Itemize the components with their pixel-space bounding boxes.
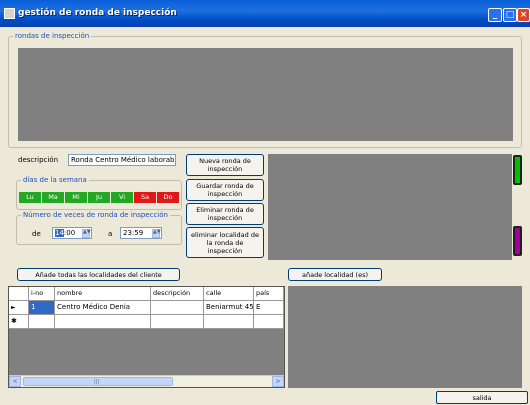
close-icon: × <box>519 10 528 20</box>
day-toggle-vi[interactable]: Vi <box>111 192 133 203</box>
exit-button[interactable]: salida <box>436 391 528 404</box>
to-time-spinner[interactable]: 23:59 ▲▼ <box>120 227 162 239</box>
maximize-button[interactable]: □ <box>503 8 517 22</box>
description-label: descripción <box>18 156 59 164</box>
to-spin-arrows-icon[interactable]: ▲▼ <box>152 229 161 238</box>
scroll-right-icon[interactable]: > <box>272 376 284 387</box>
title-bar[interactable]: gestión de ronda de inspección _ □ × <box>0 0 530 27</box>
day-toggle-do[interactable]: Do <box>157 192 179 203</box>
table-cell-ino[interactable]: 1 <box>29 301 55 315</box>
from-time-spinner[interactable]: 14:00 ▲▼ <box>52 227 92 239</box>
purple-indicator-bar[interactable] <box>513 226 522 256</box>
from-label: de <box>32 230 41 238</box>
minimize-icon: _ <box>492 10 498 20</box>
table-cell-pais[interactable]: E <box>254 301 284 315</box>
day-toggle-sa[interactable]: Sa <box>134 192 156 203</box>
to-time-value: 23:59 <box>123 229 144 237</box>
scroll-thumb[interactable]: ||| <box>23 377 173 386</box>
row-selector-current[interactable]: ► <box>9 301 29 315</box>
new-row-cell-calle[interactable] <box>204 315 254 329</box>
app-icon <box>4 8 15 19</box>
times-group-legend: Número de veces de ronda de inspección <box>23 211 168 219</box>
table-cell-descripcion[interactable] <box>151 301 204 315</box>
delete-location-button[interactable]: eliminar localidad de la ronda de inspec… <box>186 227 264 258</box>
column-header-descripcion[interactable]: descripción <box>151 287 204 301</box>
rounds-group-legend: rondas de inspección <box>15 32 90 40</box>
table-cell-nombre[interactable]: Centro Médico Denia <box>55 301 151 315</box>
day-toggle-ju[interactable]: Ju <box>88 192 110 203</box>
from-minutes: :00 <box>63 229 76 237</box>
maximize-icon: □ <box>505 10 515 20</box>
from-spin-arrows-icon[interactable]: ▲▼ <box>82 229 91 238</box>
column-header-pais[interactable]: país <box>254 287 284 301</box>
new-row-cell-descripcion[interactable] <box>151 315 204 329</box>
table-cell-calle[interactable]: Beniarmut 45 <box>204 301 254 315</box>
schedule-panel[interactable] <box>268 154 512 260</box>
add-all-locations-button[interactable]: Añade todas las localidades del cliente <box>17 268 180 281</box>
grid-row-header-corner <box>9 287 29 301</box>
new-row-cell-nombre[interactable] <box>55 315 151 329</box>
row-selector-new[interactable]: ✱ <box>9 315 29 329</box>
day-toggle-lu[interactable]: Lu <box>19 192 41 203</box>
green-indicator-bar[interactable] <box>513 155 522 185</box>
day-toggle-mi[interactable]: Mi <box>65 192 87 203</box>
horizontal-scrollbar[interactable]: < ||| > <box>9 375 284 387</box>
from-time-value: 14:00 <box>55 229 75 237</box>
day-toggle-ma[interactable]: Ma <box>42 192 64 203</box>
description-input[interactable]: Ronda Centro Médico laborable <box>68 154 176 166</box>
locations-grid[interactable]: i-no nombre descripción calle país ► 1 C… <box>8 286 285 388</box>
locations-panel[interactable] <box>288 286 522 388</box>
scroll-thumb-grip-icon: ||| <box>94 379 100 385</box>
minimize-button[interactable]: _ <box>488 8 502 22</box>
column-header-nombre[interactable]: nombre <box>55 287 151 301</box>
close-button[interactable]: × <box>517 8 530 22</box>
days-group-legend: días de la semana <box>23 176 87 184</box>
add-location-button[interactable]: añade localidad (es) <box>288 268 382 281</box>
to-label: a <box>108 230 113 238</box>
column-header-ino[interactable]: i-no <box>29 287 55 301</box>
window-title: gestión de ronda de inspección <box>18 8 177 18</box>
from-hour-selected: 14 <box>55 229 64 237</box>
scroll-left-icon[interactable]: < <box>9 376 21 387</box>
new-row-cell-pais[interactable] <box>254 315 284 329</box>
save-round-button[interactable]: Guardar ronda de inspección <box>186 179 264 201</box>
column-header-calle[interactable]: calle <box>204 287 254 301</box>
main-window: gestión de ronda de inspección _ □ × ron… <box>0 0 530 405</box>
delete-round-button[interactable]: Eliminar ronda de inspección <box>186 203 264 225</box>
new-row-cell-ino[interactable] <box>29 315 55 329</box>
rounds-list[interactable] <box>18 48 513 141</box>
new-round-button[interactable]: Nueva ronda de inspección <box>186 154 264 176</box>
